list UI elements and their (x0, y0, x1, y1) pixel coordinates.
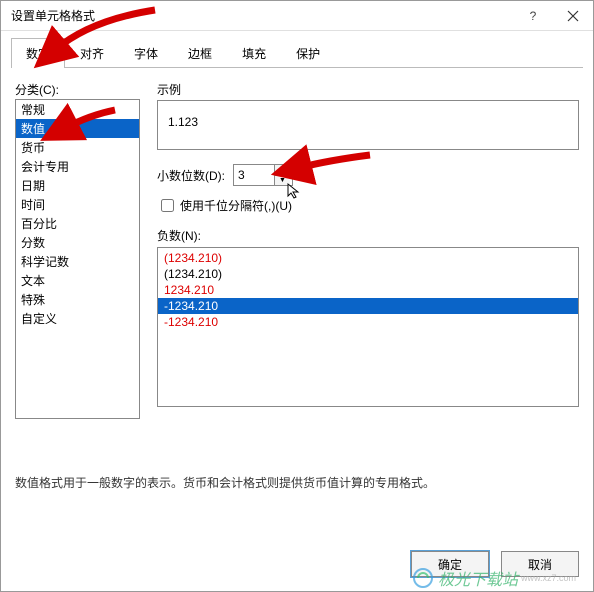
spinner-arrows: ▲ ▼ (274, 165, 290, 185)
list-item[interactable]: -1234.210 (158, 314, 578, 330)
category-list[interactable]: 常规 数值 货币 会计专用 日期 时间 百分比 分数 科学记数 文本 特殊 自定… (15, 99, 140, 419)
tab-fill[interactable]: 填充 (227, 38, 281, 68)
thousands-label: 使用千位分隔符(,)(U) (180, 197, 292, 214)
sample-label: 示例 (157, 81, 579, 98)
watermark-brand: 极光下载站 (438, 566, 518, 590)
dialog-title: 设置单元格格式 (11, 7, 513, 24)
format-cells-dialog: 设置单元格格式 ? 数字 对齐 字体 边框 填充 保护 分类(C): 常规 数值… (0, 0, 594, 592)
tab-alignment[interactable]: 对齐 (65, 38, 119, 68)
close-button[interactable] (553, 1, 593, 31)
list-item[interactable]: 文本 (16, 271, 139, 290)
sample-value: 1.123 (168, 115, 198, 129)
tab-strip: 数字 对齐 字体 边框 填充 保护 (11, 37, 583, 68)
help-button[interactable]: ? (513, 1, 553, 31)
list-item[interactable]: (1234.210) (158, 250, 578, 266)
decimal-input[interactable] (234, 165, 274, 185)
tab-number[interactable]: 数字 (11, 38, 65, 68)
list-item[interactable]: 科学记数 (16, 252, 139, 271)
decimal-label: 小数位数(D): (157, 167, 225, 184)
list-item[interactable]: -1234.210 (158, 298, 578, 314)
right-panel: 示例 1.123 小数位数(D): ▲ ▼ 使用千位分隔符(,)(U) 负数(N… (157, 81, 579, 407)
list-item[interactable]: 特殊 (16, 290, 139, 309)
thousands-row: 使用千位分隔符(,)(U) (157, 196, 579, 215)
list-item[interactable]: 分数 (16, 233, 139, 252)
negative-list[interactable]: (1234.210) (1234.210) 1234.210 -1234.210… (157, 247, 579, 407)
list-item[interactable]: 时间 (16, 195, 139, 214)
content-area: 分类(C): 常规 数值 货币 会计专用 日期 时间 百分比 分数 科学记数 文… (15, 81, 579, 531)
close-icon (567, 10, 579, 22)
list-item[interactable]: 百分比 (16, 214, 139, 233)
list-item[interactable]: 货币 (16, 138, 139, 157)
tab-protection[interactable]: 保护 (281, 38, 335, 68)
watermark-icon (412, 567, 434, 589)
negative-label: 负数(N): (157, 227, 579, 244)
decimal-spinner[interactable]: ▲ ▼ (233, 164, 293, 186)
list-item[interactable]: 会计专用 (16, 157, 139, 176)
watermark-url: www.xz7.com (521, 573, 576, 583)
spinner-up[interactable]: ▲ (275, 165, 290, 176)
thousands-checkbox[interactable] (161, 199, 174, 212)
watermark: 极光下载站 www.xz7.com (412, 566, 576, 590)
list-item[interactable]: (1234.210) (158, 266, 578, 282)
tab-font[interactable]: 字体 (119, 38, 173, 68)
list-item[interactable]: 1234.210 (158, 282, 578, 298)
list-item[interactable]: 自定义 (16, 309, 139, 328)
list-item[interactable]: 数值 (16, 119, 139, 138)
list-item[interactable]: 常规 (16, 100, 139, 119)
list-item[interactable]: 日期 (16, 176, 139, 195)
tab-border[interactable]: 边框 (173, 38, 227, 68)
sample-box: 1.123 (157, 100, 579, 150)
description-text: 数值格式用于一般数字的表示。货币和会计格式则提供货币值计算的专用格式。 (15, 474, 435, 491)
decimal-row: 小数位数(D): ▲ ▼ (157, 164, 579, 186)
spinner-down[interactable]: ▼ (275, 176, 290, 186)
titlebar: 设置单元格格式 ? (1, 1, 593, 31)
